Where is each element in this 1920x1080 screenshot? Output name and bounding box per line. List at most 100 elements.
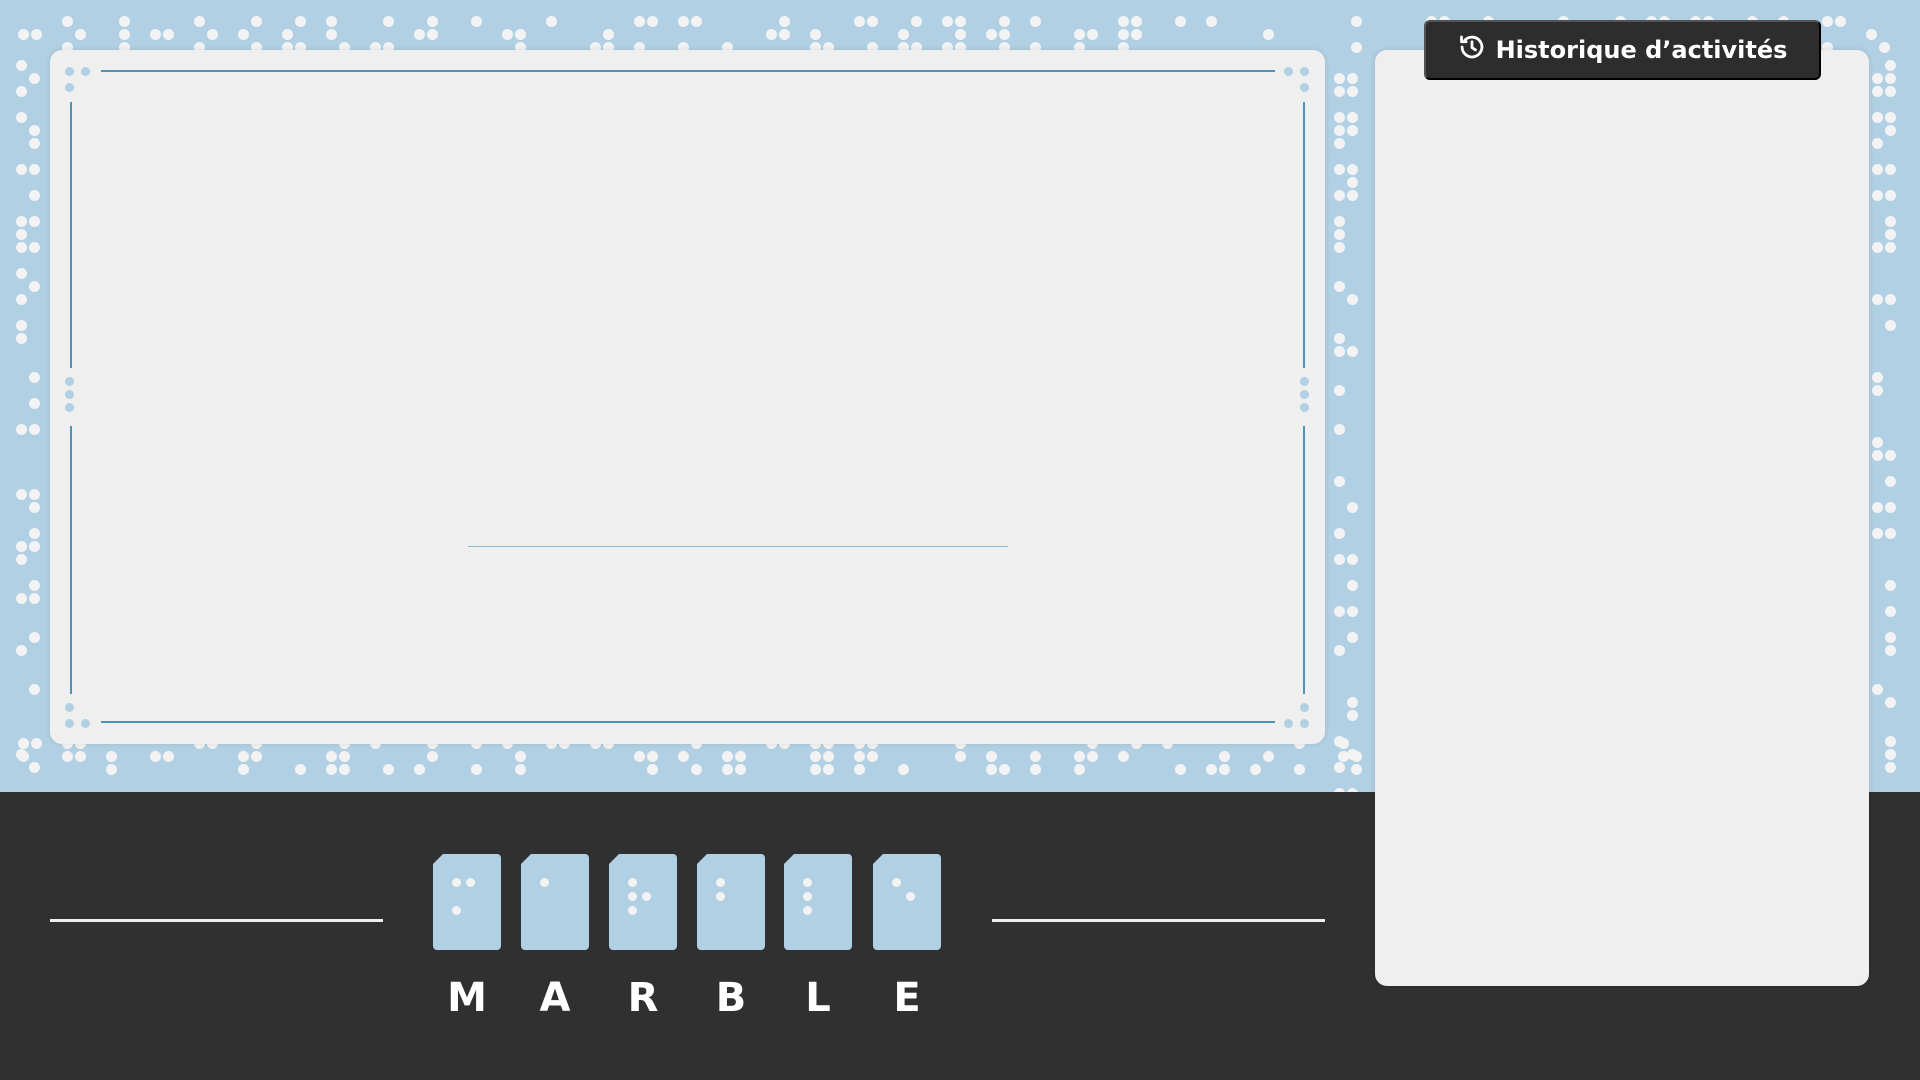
braille-cell-e xyxy=(873,854,941,950)
background-braille-dot xyxy=(779,29,790,40)
background-braille-dot xyxy=(647,751,658,762)
background-braille-dot xyxy=(29,372,40,383)
background-braille-dot xyxy=(16,489,27,500)
background-braille-dot xyxy=(999,764,1010,775)
background-braille-dot xyxy=(1885,164,1896,175)
background-braille-dot xyxy=(1206,764,1217,775)
background-braille-dot xyxy=(119,29,130,40)
text-input-underline[interactable] xyxy=(468,546,1008,547)
braille-cell-a xyxy=(521,854,589,950)
background-braille-dot xyxy=(1219,764,1230,775)
background-braille-dot xyxy=(854,16,865,27)
background-braille-dot xyxy=(1866,29,1877,40)
background-braille-dot xyxy=(427,16,438,27)
background-braille-dot xyxy=(986,751,997,762)
background-braille-dot xyxy=(1885,632,1896,643)
background-braille-dot xyxy=(1885,645,1896,656)
background-braille-dot xyxy=(251,751,262,762)
background-braille-dot xyxy=(238,764,249,775)
background-braille-dot xyxy=(1334,476,1345,487)
background-braille-dot xyxy=(1347,749,1358,760)
background-braille-dot xyxy=(16,554,27,565)
background-braille-dot xyxy=(810,29,821,40)
background-braille-dot xyxy=(16,268,27,279)
background-braille-dot xyxy=(163,29,174,40)
background-braille-dot xyxy=(31,29,42,40)
background-braille-dot xyxy=(1263,751,1274,762)
background-braille-dot xyxy=(427,29,438,40)
background-braille-dot xyxy=(1334,736,1345,747)
background-braille-dot xyxy=(18,738,29,749)
background-braille-dot xyxy=(29,541,40,552)
background-braille-dot xyxy=(1885,606,1896,617)
background-braille-dot xyxy=(515,29,526,40)
braille-dot xyxy=(803,892,812,901)
background-braille-dot xyxy=(823,751,834,762)
background-braille-dot xyxy=(1885,229,1896,240)
background-braille-dot xyxy=(1347,710,1358,721)
background-braille-dot xyxy=(1872,73,1883,84)
footer-divider-right xyxy=(992,919,1325,922)
background-braille-dot xyxy=(647,764,658,775)
background-braille-dot xyxy=(810,764,821,775)
braille-dot xyxy=(628,892,637,901)
background-braille-dot xyxy=(282,29,293,40)
background-braille-dot xyxy=(31,738,42,749)
background-braille-dot xyxy=(898,29,909,40)
frame-right-line-upper xyxy=(1303,102,1305,368)
logo-letter-m: M xyxy=(447,975,487,1021)
background-braille-dot xyxy=(1885,736,1896,747)
background-braille-dot xyxy=(999,29,1010,40)
braille-dot xyxy=(452,906,461,915)
footer-divider-left xyxy=(50,919,383,922)
background-braille-dot xyxy=(810,751,821,762)
activity-history-button[interactable]: Historique d’activités xyxy=(1424,20,1821,80)
background-braille-dot xyxy=(29,632,40,643)
background-braille-dot xyxy=(1351,42,1362,53)
background-braille-dot xyxy=(1347,606,1358,617)
background-braille-dot xyxy=(1118,16,1129,27)
background-braille-dot xyxy=(1872,190,1883,201)
background-braille-dot xyxy=(942,16,953,27)
background-braille-dot xyxy=(427,751,438,762)
background-braille-dot xyxy=(414,29,425,40)
background-braille-dot xyxy=(16,86,27,97)
background-braille-dot xyxy=(1334,554,1345,565)
background-braille-dot xyxy=(119,16,130,27)
background-braille-dot xyxy=(1347,125,1358,136)
background-braille-dot xyxy=(722,764,733,775)
background-braille-dot xyxy=(1885,528,1896,539)
background-braille-dot xyxy=(986,29,997,40)
background-braille-dot xyxy=(326,29,337,40)
logo-letter-e: E xyxy=(893,975,921,1021)
background-braille-dot xyxy=(1131,16,1142,27)
background-braille-dot xyxy=(1030,751,1041,762)
background-braille-dot xyxy=(1334,242,1345,253)
background-braille-dot xyxy=(1347,294,1358,305)
background-braille-dot xyxy=(29,762,40,773)
background-braille-dot xyxy=(1334,645,1345,656)
braille-dot xyxy=(452,878,461,887)
background-braille-dot xyxy=(546,16,557,27)
background-braille-dot xyxy=(1334,385,1345,396)
logo-letter-r: R xyxy=(627,975,659,1021)
frame-left-line-upper xyxy=(70,102,72,368)
frame-right-line-lower xyxy=(1303,426,1305,694)
background-braille-dot xyxy=(1872,372,1883,383)
background-braille-dot xyxy=(1074,751,1085,762)
background-braille-dot xyxy=(854,751,865,762)
background-braille-dot xyxy=(1334,762,1345,773)
background-braille-dot xyxy=(29,73,40,84)
braille-cell-l xyxy=(784,854,852,950)
background-braille-dot xyxy=(16,229,27,240)
background-braille-dot xyxy=(1885,190,1896,201)
background-braille-dot xyxy=(1175,16,1186,27)
background-braille-dot xyxy=(29,164,40,175)
background-braille-dot xyxy=(1822,16,1833,27)
background-braille-dot xyxy=(1885,73,1896,84)
background-braille-dot xyxy=(1334,606,1345,617)
background-braille-dot xyxy=(1872,294,1883,305)
background-braille-dot xyxy=(722,751,733,762)
background-braille-dot xyxy=(1872,684,1883,695)
background-braille-dot xyxy=(326,751,337,762)
